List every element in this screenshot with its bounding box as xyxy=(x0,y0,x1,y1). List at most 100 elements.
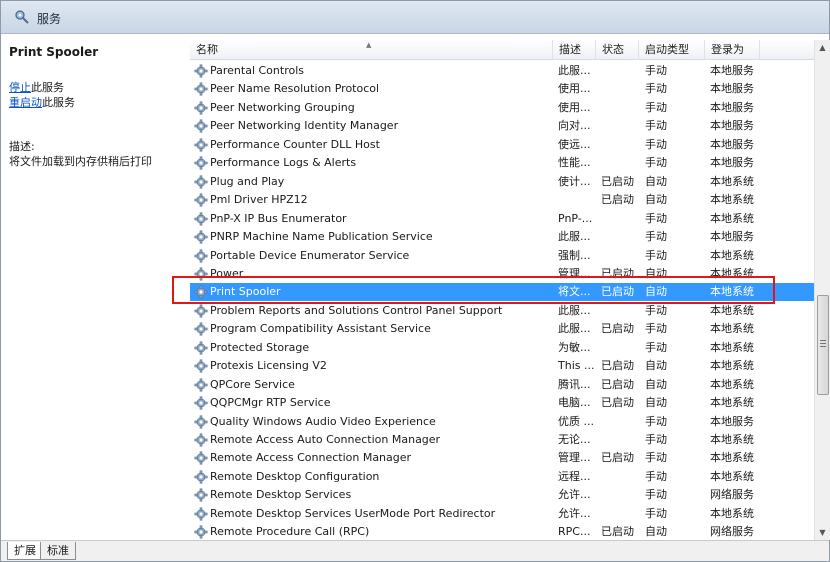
service-logon-as: 本地服务 xyxy=(710,156,754,170)
service-row[interactable]: PnP-X IP Bus Enumerator PnP-... 手动 本地系统 xyxy=(190,210,814,228)
service-name: Parental Controls xyxy=(210,64,304,77)
service-description: 使计... xyxy=(558,174,591,188)
service-description: 为敏... xyxy=(558,340,591,354)
service-row[interactable]: Quality Windows Audio Video Experience 优质… xyxy=(190,413,814,431)
service-row[interactable]: Program Compatibility Assistant Service 此… xyxy=(190,320,814,338)
service-name: Protexis Licensing V2 xyxy=(210,359,327,373)
service-status xyxy=(601,136,641,154)
window-title: 服务 xyxy=(37,12,62,26)
service-row[interactable]: Parental Controls 此服... 手动 本地服务 xyxy=(190,62,814,80)
service-gear-icon xyxy=(194,525,208,539)
description-text: 将文件加载到内存供稍后打印 xyxy=(9,155,152,168)
service-description: This ... xyxy=(558,359,595,373)
tab-extended[interactable]: 扩展 xyxy=(7,542,43,560)
service-gear-icon xyxy=(194,212,208,226)
service-startup-type: 自动 xyxy=(645,174,667,188)
column-header-name[interactable]: 名称 xyxy=(190,40,553,59)
service-gear-icon xyxy=(194,304,208,318)
service-row[interactable]: Portable Device Enumerator Service 强制... 手… xyxy=(190,247,814,265)
service-row[interactable]: Remote Desktop Services UserMode Port Re… xyxy=(190,505,814,523)
service-name: Peer Networking Identity Manager xyxy=(210,119,399,133)
scroll-up-arrow-icon[interactable]: ▲ xyxy=(815,40,830,55)
service-status xyxy=(601,302,641,320)
service-row[interactable]: Remote Access Connection Manager 管理... 已启动… xyxy=(190,449,814,467)
service-status xyxy=(601,468,641,486)
service-startup-type: 手动 xyxy=(645,156,667,170)
service-row[interactable]: Performance Logs & Alerts 性能... 手动 本地服务 xyxy=(190,154,814,172)
service-status xyxy=(601,228,641,246)
service-status xyxy=(601,505,641,523)
service-logon-as: 本地系统 xyxy=(710,433,754,446)
service-description: 性能... xyxy=(558,156,591,170)
service-name: QPCore Service xyxy=(210,377,295,391)
service-description: 强制... xyxy=(558,248,591,262)
service-name: Remote Access Connection Manager xyxy=(210,451,412,465)
service-row[interactable]: Protexis Licensing V2 This ... 已启动 自动 本地系统 xyxy=(190,357,814,375)
service-description: 向对... xyxy=(558,119,591,133)
service-row[interactable]: Remote Desktop Services 允许... 手动 网络服务 xyxy=(190,486,814,504)
service-status: 已启动 xyxy=(601,174,634,188)
column-header-logon-as[interactable]: 登录为 xyxy=(705,40,760,59)
services-gear-icon xyxy=(15,10,29,24)
service-row[interactable]: Peer Networking Identity Manager 向对... 手动 本… xyxy=(190,117,814,135)
service-row[interactable]: PNRP Machine Name Publication Service 此服.… xyxy=(190,228,814,246)
service-gear-icon xyxy=(194,415,208,429)
service-row[interactable]: Plug and Play 使计... 已启动 自动 本地系统 xyxy=(190,173,814,191)
restart-service-link[interactable]: 重启动 xyxy=(9,96,42,109)
service-name: Peer Name Resolution Protocol xyxy=(210,82,380,96)
view-tabs-bar: 扩展 标准 xyxy=(1,540,829,561)
service-gear-icon xyxy=(194,488,208,502)
service-name: Portable Device Enumerator Service xyxy=(210,248,410,262)
service-startup-type: 手动 xyxy=(645,322,667,336)
service-description: 此服... xyxy=(558,64,591,77)
column-header-description[interactable]: 描述 xyxy=(553,40,596,59)
service-row[interactable]: Peer Networking Grouping 使用... 手动 本地服务 xyxy=(190,99,814,117)
service-status: 已启动 xyxy=(601,525,634,539)
service-status xyxy=(601,117,641,135)
service-row[interactable]: Remote Desktop Configuration 远程... 手动 本地系统 xyxy=(190,468,814,486)
service-description: 此服... xyxy=(558,230,591,244)
service-gear-icon xyxy=(194,156,208,170)
service-status: 已启动 xyxy=(601,322,634,336)
service-description: PnP-... xyxy=(558,211,593,225)
column-header-status[interactable]: 状态 xyxy=(596,40,639,59)
service-logon-as: 本地系统 xyxy=(710,469,754,483)
service-logon-as: 网络服务 xyxy=(710,525,754,539)
service-row[interactable]: Remote Access Auto Connection Manager 无论.… xyxy=(190,431,814,449)
service-name: Program Compatibility Assistant Service xyxy=(210,322,431,336)
service-gear-icon xyxy=(194,82,208,96)
service-row[interactable]: Remote Procedure Call (RPC) RPC... 已启动 自动 网络… xyxy=(190,523,814,540)
service-name: Peer Networking Grouping xyxy=(210,100,355,114)
service-status: 已启动 xyxy=(601,377,634,391)
scroll-down-arrow-icon[interactable]: ▼ xyxy=(815,525,830,540)
stop-action: 停止此服务 xyxy=(9,79,64,95)
service-startup-type: 手动 xyxy=(645,469,667,483)
service-startup-type: 手动 xyxy=(645,414,667,428)
service-row[interactable]: Problem Reports and Solutions Control Pa… xyxy=(190,302,814,320)
tab-standard[interactable]: 标准 xyxy=(40,542,76,560)
service-logon-as: 本地服务 xyxy=(710,119,754,133)
service-logon-as: 本地系统 xyxy=(710,377,754,391)
service-description: 此服... xyxy=(558,322,591,336)
service-row[interactable]: Pml Driver HPZ12 已启动 自动 本地系统 xyxy=(190,191,814,209)
service-gear-icon xyxy=(194,230,208,244)
service-row[interactable]: QPCore Service 腾讯... 已启动 自动 本地系统 xyxy=(190,376,814,394)
service-logon-as: 本地系统 xyxy=(710,396,754,410)
service-row[interactable]: QQPCMgr RTP Service 电脑... 已启动 自动 本地系统 xyxy=(190,394,814,412)
service-description xyxy=(558,191,598,209)
service-name: PNRP Machine Name Publication Service xyxy=(210,230,433,244)
service-row[interactable]: Peer Name Resolution Protocol 使用... 手动 本地服务 xyxy=(190,80,814,98)
service-gear-icon xyxy=(194,359,208,373)
stop-service-link[interactable]: 停止 xyxy=(9,81,31,94)
service-logon-as: 本地服务 xyxy=(710,414,754,428)
service-description: 电脑... xyxy=(558,396,591,410)
column-header-startup-type[interactable]: 启动类型 xyxy=(639,40,705,59)
service-row[interactable]: Performance Counter DLL Host 使远... 手动 本地服务 xyxy=(190,136,814,154)
service-logon-as: 本地系统 xyxy=(710,506,754,520)
service-gear-icon xyxy=(194,341,208,355)
service-row[interactable]: Protected Storage 为敏... 手动 本地系统 xyxy=(190,339,814,357)
scrollbar-thumb[interactable] xyxy=(817,295,829,395)
service-logon-as: 本地系统 xyxy=(710,359,754,373)
service-startup-type: 自动 xyxy=(645,193,667,207)
vertical-scrollbar[interactable]: ▲ ▼ xyxy=(814,40,830,540)
